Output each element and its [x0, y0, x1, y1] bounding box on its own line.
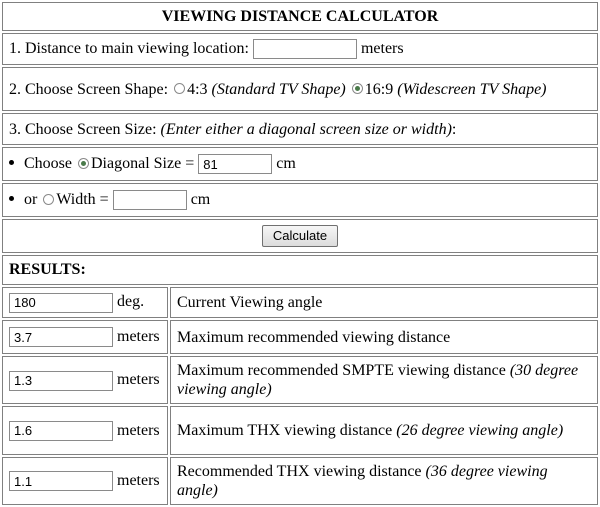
bullet-icon: [9, 160, 14, 166]
result-unit: meters: [117, 371, 160, 389]
result-value-input[interactable]: [9, 292, 113, 313]
distance-input[interactable]: [252, 39, 357, 60]
size-row: 3. Choose Screen Size: (Enter either a d…: [2, 112, 598, 146]
result-value-cell: meters: [2, 406, 168, 456]
result-unit: meters: [117, 471, 160, 489]
calculator-title: VIEWING DISTANCE CALCULATOR: [2, 2, 598, 32]
diagonal-label: Diagonal Size =: [91, 155, 195, 173]
width-row: or Width = cm: [2, 183, 598, 217]
shape-4-3-note: (Standard TV Shape): [211, 80, 346, 98]
result-description: Current Viewing angle: [170, 287, 598, 319]
shape-4-3-radio[interactable]: [174, 83, 186, 95]
diagonal-unit: cm: [276, 155, 296, 173]
result-description: Maximum THX viewing distance (26 degree …: [170, 406, 598, 456]
result-unit: deg.: [117, 293, 145, 311]
calculate-button[interactable]: Calculate: [261, 224, 339, 247]
calculator-table: VIEWING DISTANCE CALCULATOR 1. Distance …: [0, 0, 600, 507]
width-prefix: or: [24, 190, 38, 208]
result-unit: meters: [117, 328, 160, 346]
width-unit: cm: [190, 190, 211, 208]
result-value-input[interactable]: [9, 327, 113, 348]
result-desc: Current Viewing angle: [177, 294, 323, 312]
result-desc: Maximum recommended viewing distance: [177, 328, 451, 346]
result-description: Recommended THX viewing distance (36 deg…: [170, 457, 598, 505]
result-row: deg. Current Viewing angle: [2, 287, 598, 319]
result-value-cell: meters: [2, 320, 168, 355]
bullet-icon: [9, 196, 14, 202]
shape-16-9-note: (Widescreen TV Shape): [397, 80, 547, 98]
width-radio[interactable]: [43, 193, 55, 205]
result-unit: meters: [117, 421, 160, 439]
size-note: (Enter either a diagonal screen size or …: [160, 120, 452, 138]
result-value-input[interactable]: [9, 471, 113, 492]
result-note: (26 degree viewing angle): [396, 422, 564, 440]
result-description: Maximum recommended SMPTE viewing distan…: [170, 356, 598, 405]
result-value-cell: deg.: [2, 287, 168, 319]
distance-row: 1. Distance to main viewing location: me…: [2, 33, 598, 66]
result-value-input[interactable]: [9, 420, 113, 441]
shape-16-9-label: 16:9: [364, 80, 394, 98]
width-input[interactable]: [112, 190, 187, 211]
shape-16-9-radio[interactable]: [351, 83, 363, 95]
results-heading: RESULTS:: [2, 254, 598, 286]
result-desc: Maximum recommended SMPTE viewing distan…: [177, 362, 506, 380]
result-desc: Recommended THX viewing distance: [177, 463, 422, 481]
result-value-cell: meters: [2, 356, 168, 405]
diagonal-prefix: Choose: [24, 155, 72, 173]
size-label: 3. Choose Screen Size:: [9, 120, 157, 138]
distance-unit: meters: [360, 40, 404, 58]
width-label: Width =: [56, 190, 109, 208]
shape-row: 2. Choose Screen Shape: 4:3 (Standard TV…: [2, 67, 598, 111]
shape-label: 2. Choose Screen Shape:: [9, 80, 169, 98]
diagonal-radio[interactable]: [78, 157, 89, 169]
shape-4-3-label: 4:3: [187, 80, 208, 98]
result-desc: Maximum THX viewing distance: [177, 422, 393, 440]
result-row: meters Maximum THX viewing distance (26 …: [2, 406, 598, 456]
result-row: meters Maximum recommended viewing dista…: [2, 320, 598, 355]
result-value-cell: meters: [2, 457, 168, 505]
size-suffix: :: [451, 120, 457, 138]
result-description: Maximum recommended viewing distance: [170, 320, 598, 355]
diagonal-row: Choose Diagonal Size = cm: [2, 147, 598, 182]
distance-label: 1. Distance to main viewing location:: [9, 40, 249, 58]
result-row: meters Maximum recommended SMPTE viewing…: [2, 356, 598, 405]
result-row: meters Recommended THX viewing distance …: [2, 457, 598, 505]
diagonal-input[interactable]: [198, 154, 273, 175]
calculate-row: Calculate: [2, 218, 598, 253]
result-value-input[interactable]: [9, 370, 113, 391]
